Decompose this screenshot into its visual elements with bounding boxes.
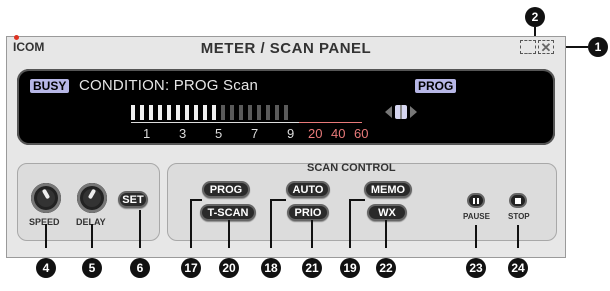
meter-segment: [248, 105, 252, 120]
condition-text: CONDITION: PROG Scan: [79, 77, 259, 94]
callout-5: 5: [82, 258, 102, 278]
callout-17-leader-top: [190, 199, 202, 201]
callout-17: 17: [181, 258, 201, 278]
callout-1: 1: [588, 37, 608, 57]
meter-segment: [239, 105, 243, 120]
callout-18-leader-top: [270, 199, 286, 201]
callout-5-leader: [91, 224, 93, 248]
scale-label-40: 40: [331, 126, 346, 141]
callout-4: 4: [36, 258, 56, 278]
callout-19: 19: [340, 258, 360, 278]
callout-20-leader: [228, 220, 230, 248]
pause-button[interactable]: [467, 193, 485, 208]
callout-23-leader: [475, 225, 477, 248]
callout-21-leader: [311, 220, 313, 248]
callout-21: 21: [302, 258, 322, 278]
meter-segment: [212, 105, 216, 120]
meter-segment: [140, 105, 144, 120]
meter-segment: [230, 105, 234, 120]
callout-18-leader: [270, 200, 272, 248]
meter-segment: [266, 105, 270, 120]
meter-segment: [167, 105, 171, 120]
callout-1-leader: [564, 46, 588, 48]
callout-4-leader: [45, 224, 47, 248]
scale-label-5: 5: [215, 126, 223, 141]
prog-scan-button[interactable]: PROG: [202, 181, 250, 198]
callout-24: 24: [508, 258, 528, 278]
meter-segment: [131, 105, 135, 120]
callout-6-leader: [139, 210, 141, 248]
meter-segment: [221, 105, 225, 120]
minimize-button[interactable]: _: [520, 40, 536, 54]
stop-icon: [515, 197, 521, 204]
scan-direction-icon: [385, 105, 417, 119]
meter-segment: [185, 105, 189, 120]
meter-display: BUSY CONDITION: PROG Scan PROG 1 3 5 7 9…: [17, 69, 555, 145]
auto-scan-button[interactable]: AUTO: [286, 181, 330, 198]
callout-22-leader: [385, 220, 387, 248]
delay-knob[interactable]: [77, 183, 107, 213]
prog-indicator: PROG: [415, 79, 457, 93]
stop-button[interactable]: [509, 193, 527, 208]
callout-23: 23: [466, 258, 486, 278]
speed-knob[interactable]: [31, 183, 61, 213]
callout-24-leader: [517, 225, 519, 248]
scale-label-3: 3: [179, 126, 187, 141]
callout-19-leader-top: [349, 199, 365, 201]
scale-label-7: 7: [251, 126, 259, 141]
scale-line-over: [299, 122, 362, 123]
meter-segment: [284, 105, 288, 120]
scan-control-label: SCAN CONTROL: [307, 162, 396, 174]
pause-icon: [473, 197, 479, 204]
callout-17-leader: [190, 200, 192, 248]
callout-2: 2: [525, 7, 545, 27]
callout-19-leader: [349, 200, 351, 248]
scale-label-60: 60: [354, 126, 369, 141]
busy-indicator: BUSY: [30, 79, 70, 93]
callout-6: 6: [130, 258, 150, 278]
pause-label: PAUSE: [463, 212, 490, 221]
callout-20: 20: [219, 258, 239, 278]
meter-segment: [194, 105, 198, 120]
meter-segment: [149, 105, 153, 120]
callout-22: 22: [376, 258, 396, 278]
set-button[interactable]: SET: [118, 191, 148, 208]
callout-18: 18: [261, 258, 281, 278]
window-title: METER / SCAN PANEL: [200, 40, 372, 57]
scan-control-panel: [167, 163, 557, 241]
tscan-button[interactable]: T-SCAN: [200, 204, 256, 221]
meter-segment: [176, 105, 180, 120]
scale-label-1: 1: [143, 126, 151, 141]
close-button[interactable]: ✕: [538, 40, 554, 54]
wx-scan-button[interactable]: WX: [367, 204, 407, 221]
meter-segment: [203, 105, 207, 120]
stop-label: STOP: [508, 212, 530, 221]
meter-segment: [158, 105, 162, 120]
scale-label-20: 20: [308, 126, 323, 141]
scale-label-9: 9: [287, 126, 295, 141]
memo-scan-button[interactable]: MEMO: [364, 181, 412, 198]
meter-segment: [275, 105, 279, 120]
meter-scan-window: ICOM METER / SCAN PANEL _ ✕ BUSY CONDITI…: [6, 35, 566, 258]
title-bar[interactable]: ICOM METER / SCAN PANEL _ ✕: [7, 35, 565, 59]
prio-scan-button[interactable]: PRIO: [287, 204, 329, 221]
meter-segment: [257, 105, 261, 120]
